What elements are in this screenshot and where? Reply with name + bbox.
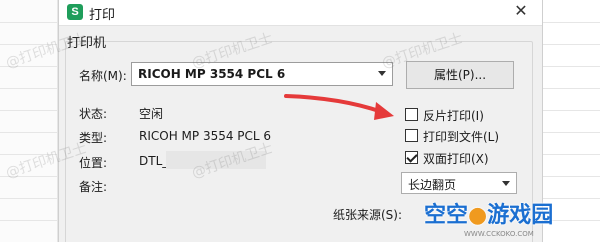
properties-button[interactable]: 属性(P)... — [406, 61, 514, 89]
logo-url: WWW.CCKOKO.COM — [464, 230, 534, 238]
printer-name-value: RICOH MP 3554 PCL 6 — [138, 67, 286, 81]
site-logo: 空空●游戏园 WWW.CCKOKO.COM — [424, 197, 600, 242]
logo-text-part: 游戏园 — [487, 203, 554, 228]
dialog-title: 打印 — [89, 8, 116, 23]
duplex-print-checkbox[interactable] — [405, 151, 418, 164]
dialog-titlebar: S 打印 ✕ — [59, 0, 542, 26]
printer-name-select[interactable]: RICOH MP 3554 PCL 6 — [131, 62, 393, 86]
location-value: DTL_ — [139, 154, 169, 168]
type-value: RICOH MP 3554 PCL 6 — [139, 129, 272, 143]
logo-dot-icon: ● — [468, 203, 488, 228]
status-label: 状态: — [79, 107, 108, 121]
annotation-arrow-icon — [284, 94, 394, 120]
printer-name-label: 名称(M): — [79, 69, 127, 83]
duplex-print-label: 双面打印(X) — [423, 152, 489, 166]
sheet-left-area — [0, 0, 58, 242]
duplex-mode-select[interactable]: 长边翻页 — [401, 172, 517, 194]
logo-text: 空空●游戏园 — [424, 197, 553, 229]
status-value: 空闲 — [139, 107, 164, 121]
logo-text-part: 空空 — [424, 203, 469, 228]
print-to-file-label: 打印到文件(L) — [423, 130, 500, 144]
paper-source-label: 纸张来源(S): — [333, 208, 403, 222]
duplex-mode-value: 长边翻页 — [408, 178, 457, 192]
reverse-print-label: 反片打印(I) — [423, 109, 484, 123]
print-to-file-checkbox[interactable] — [405, 129, 418, 142]
reverse-print-checkbox[interactable] — [405, 108, 418, 121]
close-icon[interactable]: ✕ — [512, 2, 530, 20]
spreadsheet-app-icon: S — [67, 4, 83, 20]
comment-label: 备注: — [79, 180, 108, 194]
chevron-down-icon — [502, 181, 510, 186]
